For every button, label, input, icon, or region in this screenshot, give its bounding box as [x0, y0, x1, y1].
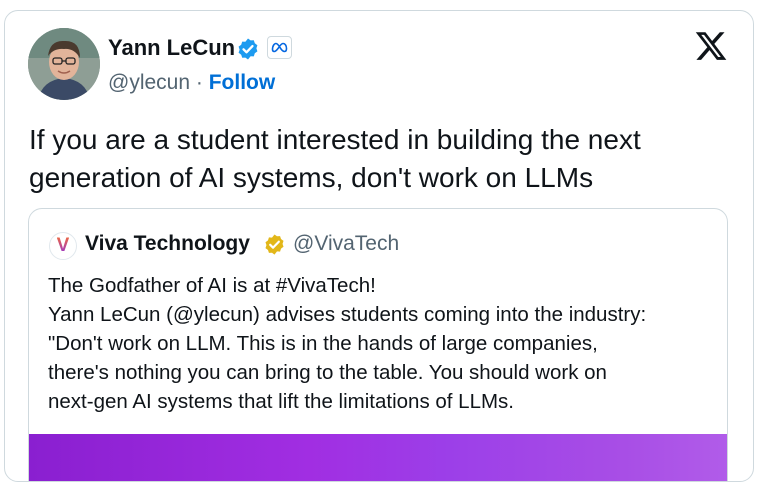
quoted-line: "Don't work on LLM. This is in the hands…	[48, 332, 598, 355]
avatar[interactable]	[28, 28, 100, 100]
vivatech-logo-letter: V	[56, 235, 70, 256]
quoted-line: next-gen AI systems that lift the limita…	[48, 390, 515, 413]
quoted-line: there's nothing you can bring to the tab…	[48, 361, 607, 384]
author-handle[interactable]: @ylecun	[108, 71, 190, 94]
tweet-text: If you are a student interested in build…	[29, 124, 641, 193]
author-name[interactable]: Yann LeCun	[108, 33, 235, 63]
x-logo-icon[interactable]	[694, 29, 728, 63]
quoted-line: Yann LeCun (@ylecun) advises students co…	[48, 303, 647, 326]
quoted-author-name[interactable]: Viva Technology	[85, 229, 250, 259]
tweet-card[interactable]: Yann LeCun @ylecun · Follow If you are a…	[4, 10, 754, 482]
quoted-line: The Godfather of AI is at #VivaTech!	[48, 274, 376, 297]
follow-link[interactable]: Follow	[209, 71, 276, 94]
quoted-media-image[interactable]	[29, 434, 727, 481]
handle-row: @ylecun · Follow	[108, 69, 275, 97]
separator: ·	[190, 71, 209, 94]
quoted-tweet-text: The Godfather of AI is at #VivaTech! Yan…	[48, 271, 718, 416]
quoted-author-handle[interactable]: @VivaTech	[293, 229, 399, 259]
quoted-tweet[interactable]: V Viva Technology @VivaTech The Godfathe…	[28, 208, 728, 481]
meta-logo-icon[interactable]	[267, 36, 292, 59]
verified-badge-icon	[265, 234, 284, 255]
vivatech-logo: V	[49, 232, 77, 260]
verified-badge-icon	[238, 38, 258, 60]
